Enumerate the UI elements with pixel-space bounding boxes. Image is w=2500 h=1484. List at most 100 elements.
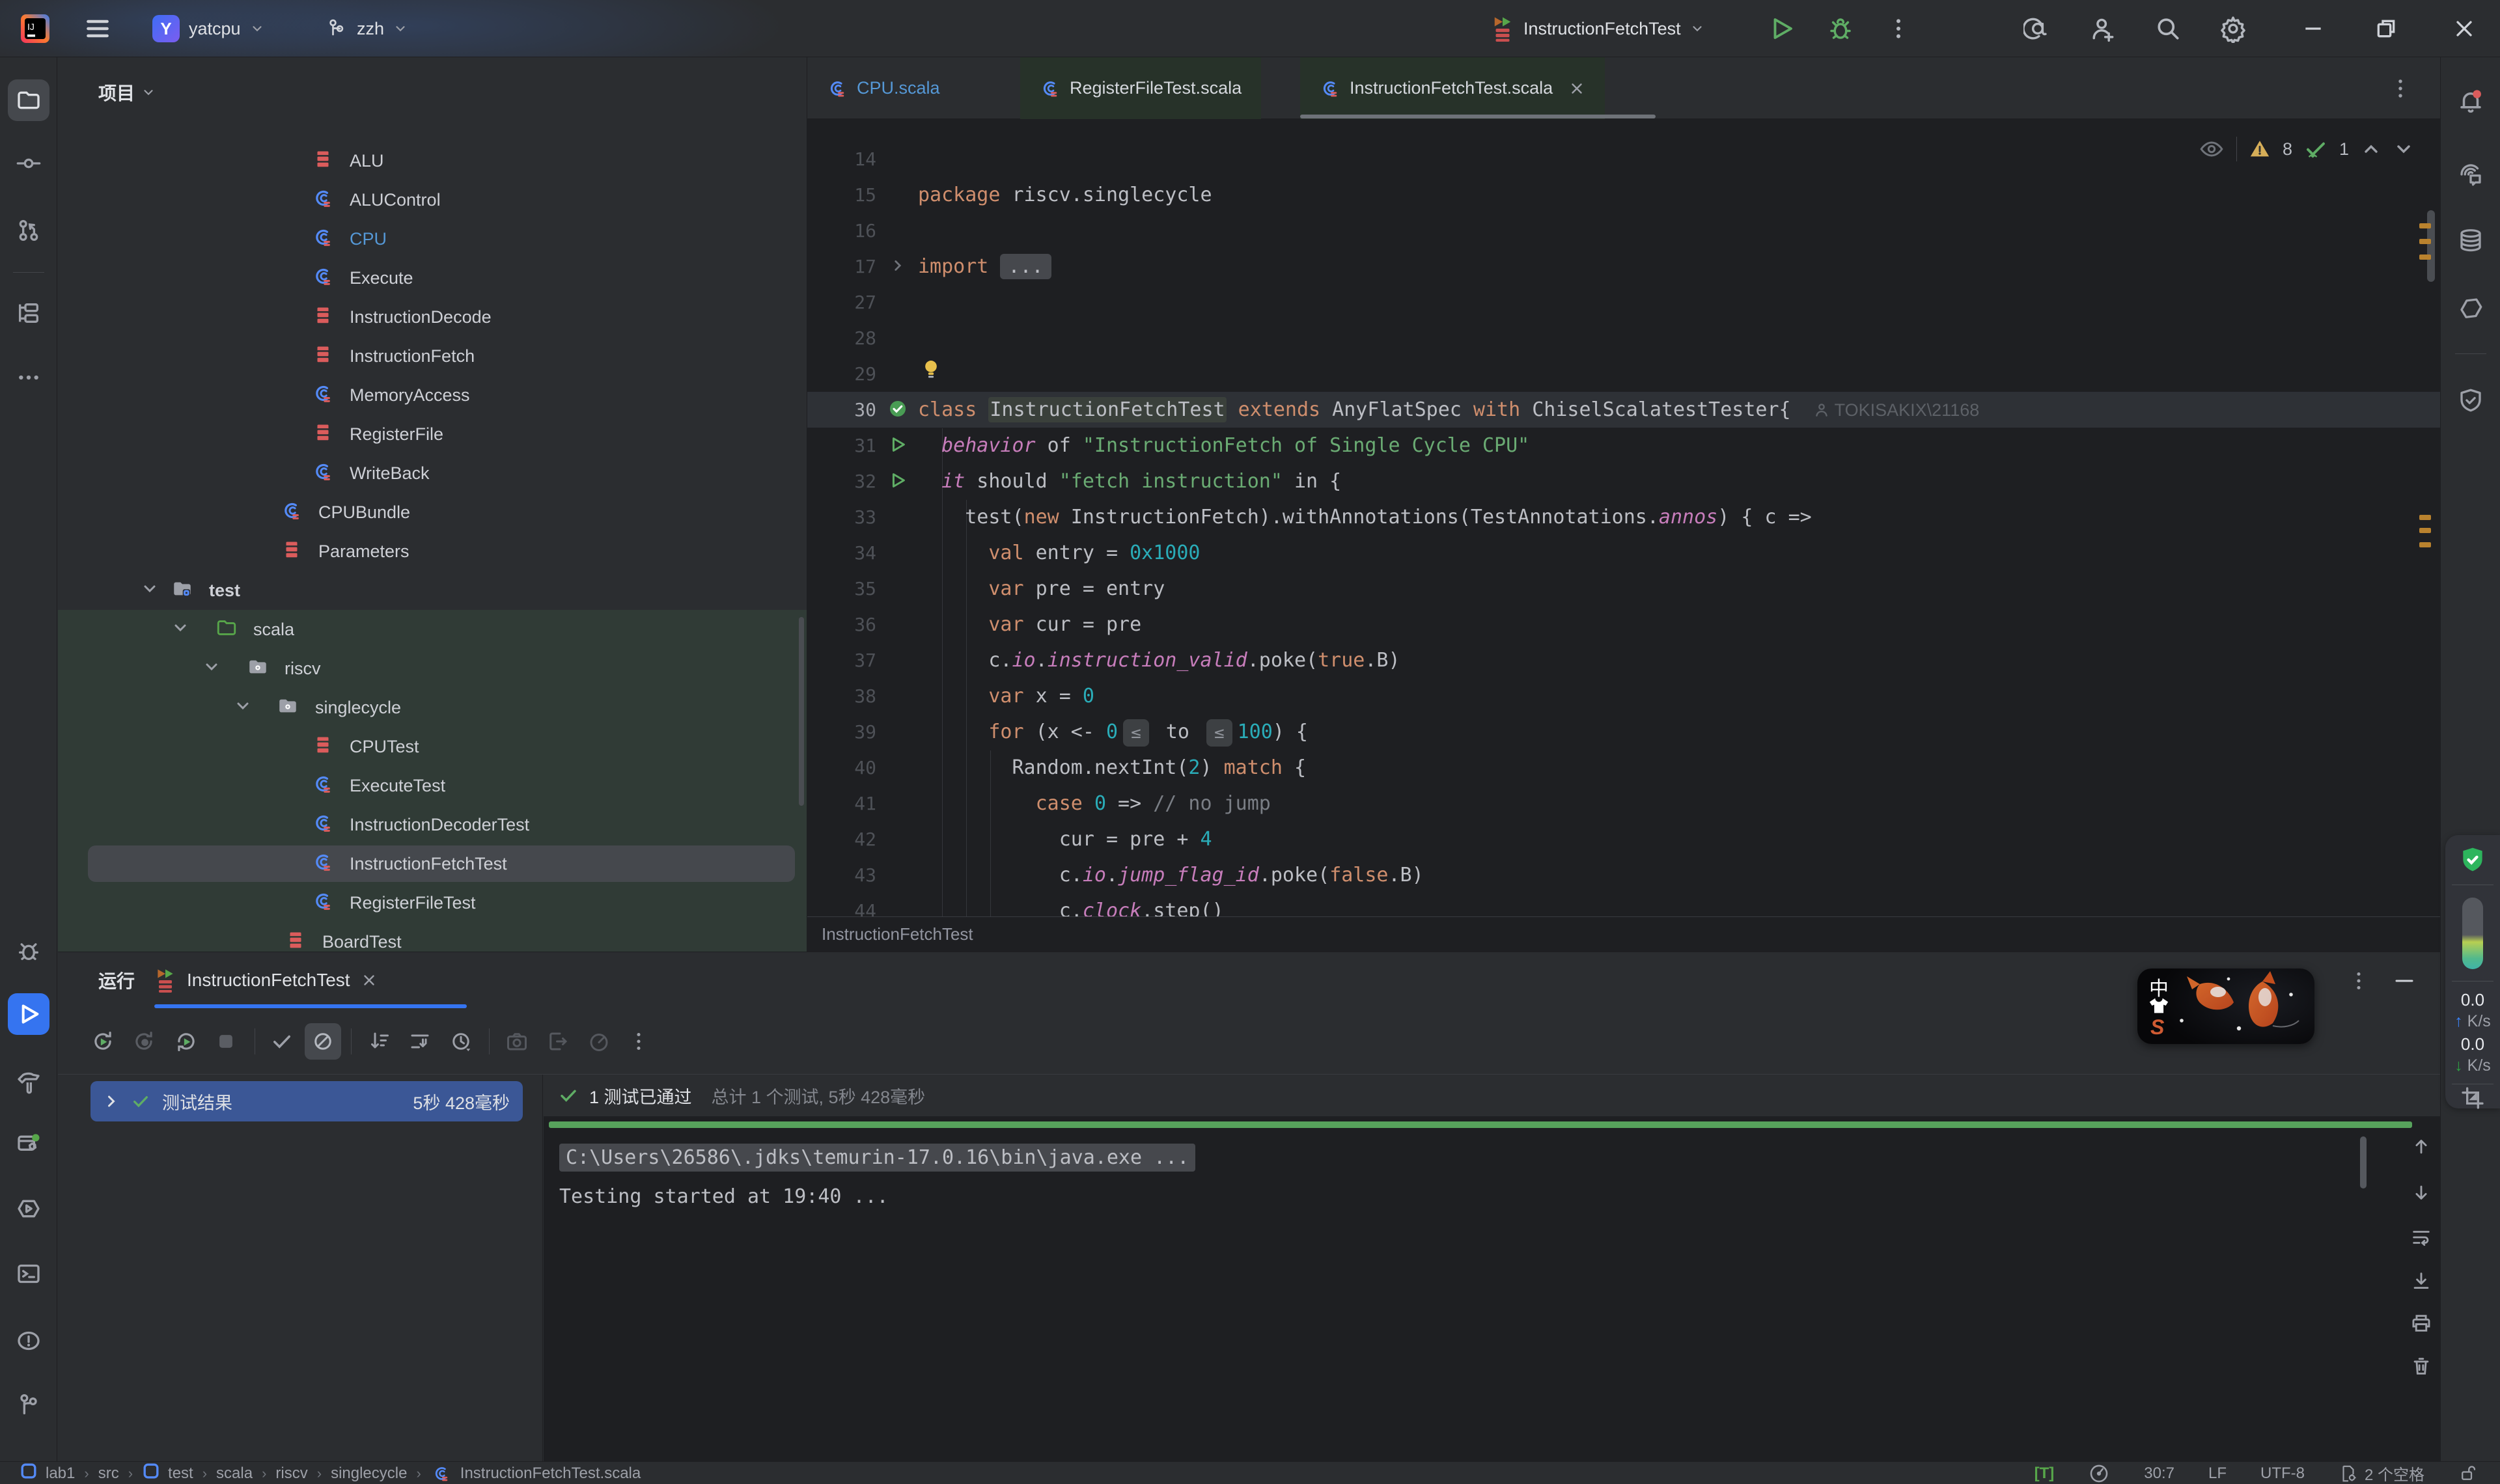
expand-collapse-icon[interactable] — [402, 1023, 438, 1060]
scroll-to-end-icon[interactable] — [2407, 1267, 2436, 1295]
tree-item-MemoryAccess[interactable]: MemoryAccess — [58, 376, 807, 415]
tree-item-InstructionDecoderTest[interactable]: InstructionDecoderTest — [58, 805, 807, 844]
tree-item-InstructionFetchTest[interactable]: InstructionFetchTest — [58, 844, 807, 883]
run-panel-options-icon[interactable] — [2340, 963, 2377, 999]
breadcrumb-riscv[interactable]: riscv — [275, 1464, 307, 1483]
tab-registerfiletest-scala[interactable]: RegisterFileTest.scala — [1020, 57, 1261, 119]
toggle-auto-test-button[interactable] — [168, 1023, 204, 1060]
code-line-40[interactable]: 40 Random.nextInt(2) match { — [807, 750, 2440, 786]
tree-item-CPUBundle[interactable]: CPUBundle — [58, 493, 807, 532]
project-panel-header[interactable]: 项目 — [98, 74, 156, 111]
rerun-failed-button[interactable] — [126, 1023, 162, 1060]
close-icon[interactable] — [1568, 80, 1585, 97]
highlight-mode-eye-icon[interactable] — [2199, 136, 2225, 162]
warning-stripe-mark[interactable] — [2419, 254, 2431, 260]
code-line-43[interactable]: 43 c.io.jump_flag_id.poke(false.B) — [807, 857, 2440, 893]
warning-stripe-mark[interactable] — [2419, 239, 2431, 244]
stop-button[interactable] — [208, 1023, 244, 1060]
console-line[interactable]: Testing started at 19:40 ... — [559, 1179, 889, 1215]
hide-panel-icon[interactable] — [2386, 963, 2423, 999]
tree-item-Parameters[interactable]: Parameters — [58, 532, 807, 571]
tree-item-ExecuteTest[interactable]: ExecuteTest — [58, 766, 807, 805]
run-button[interactable] — [1768, 0, 1796, 57]
restore-button[interactable] — [2357, 0, 2415, 57]
tree-item-RegisterFileTest[interactable]: RegisterFileTest — [58, 883, 807, 922]
toolbar-more-icon[interactable] — [620, 1023, 657, 1060]
indent-setting[interactable]: 2 个空格 — [2339, 1462, 2424, 1484]
code-line-33[interactable]: 33 test(new InstructionFetch).withAnnota… — [807, 499, 2440, 535]
ai-assistant-icon[interactable] — [2450, 154, 2492, 195]
sort-by-order-icon[interactable] — [361, 1023, 397, 1060]
search-icon[interactable] — [2154, 0, 2182, 57]
console-line[interactable]: C:\Users\26586\.jdks\temurin-17.0.16\bin… — [559, 1140, 1195, 1176]
tree-item-BoardTest[interactable]: BoardTest — [58, 922, 807, 952]
tree-item-InstructionDecode[interactable]: InstructionDecode — [58, 297, 807, 337]
run-configuration-selector[interactable]: InstructionFetchTest — [1491, 0, 1704, 57]
code-line-32[interactable]: 32 it should "fetch instruction" in { — [807, 463, 2440, 499]
unlock-icon[interactable] — [2458, 1464, 2478, 1483]
code-line-38[interactable]: 38 var x = 0 — [807, 678, 2440, 714]
project-widget[interactable]: Y yatcpu — [152, 0, 264, 57]
commit-tool-button[interactable] — [8, 143, 49, 184]
close-button[interactable] — [2435, 0, 2493, 57]
line-separator[interactable]: LF — [2208, 1464, 2227, 1483]
warning-stripe-mark[interactable] — [2419, 528, 2431, 533]
breadcrumb-context[interactable]: InstructionFetchTest — [822, 924, 973, 944]
prev-occurrence-icon[interactable] — [2407, 1132, 2436, 1161]
tab-instructionfetchtest-scala[interactable]: InstructionFetchTest.scala — [1300, 57, 1605, 119]
code-line-28[interactable]: 28 — [807, 320, 2440, 356]
problems-tool-button[interactable] — [8, 1320, 49, 1362]
ime-sogou-icon[interactable]: S — [2150, 1015, 2164, 1039]
memory-gauge[interactable] — [2462, 898, 2483, 969]
editor-scrollbar[interactable] — [2427, 210, 2435, 282]
inspection-widget[interactable]: 8 1 — [2199, 132, 2414, 166]
caret-position[interactable]: 30:7 — [2144, 1464, 2174, 1483]
soft-wrap-icon[interactable] — [2407, 1223, 2436, 1252]
tree-item-ALU[interactable]: ALU — [58, 141, 807, 180]
chevron-right-icon[interactable] — [102, 1092, 120, 1110]
code-line-31[interactable]: 31 behavior of "InstructionFetch of Sing… — [807, 428, 2440, 463]
run-tool-button[interactable] — [8, 993, 49, 1035]
show-ignored-filter[interactable] — [305, 1023, 341, 1060]
tree-item-ALUControl[interactable]: ALUControl — [58, 180, 807, 219]
tree-item-scala[interactable]: scala — [58, 610, 807, 649]
add-user-icon[interactable] — [2089, 0, 2117, 57]
next-occurrence-icon[interactable] — [2407, 1179, 2436, 1207]
clear-console-icon[interactable] — [2407, 1352, 2436, 1381]
breadcrumb-singlecycle[interactable]: singlecycle — [331, 1464, 407, 1483]
database-icon[interactable] — [2450, 220, 2492, 262]
tree-item-InstructionFetch[interactable]: InstructionFetch — [58, 337, 807, 376]
structure-tool-button[interactable] — [8, 292, 49, 334]
warning-stripe-mark[interactable] — [2419, 223, 2431, 228]
sbt-shell-tool-button[interactable] — [8, 1188, 49, 1230]
code-line-17[interactable]: 17 import ... — [807, 249, 2440, 284]
code-line-27[interactable]: 27 — [807, 284, 2440, 320]
chevron-down-icon[interactable] — [234, 697, 252, 719]
test-passed-gutter-icon[interactable] — [887, 398, 908, 422]
tree-item-CPU[interactable]: CPU — [58, 219, 807, 258]
project-tool-button[interactable] — [8, 79, 49, 121]
code-line-29[interactable]: 29 — [807, 356, 2440, 392]
breadcrumb-src[interactable]: src — [98, 1464, 119, 1483]
minimize-button[interactable] — [2284, 0, 2342, 57]
services-tool-button[interactable] — [8, 1123, 49, 1165]
debug-button[interactable] — [1827, 0, 1854, 57]
build-tool-button[interactable] — [8, 1062, 49, 1103]
warning-stripe-mark[interactable] — [2419, 515, 2431, 520]
ime-skin-tshirt-icon[interactable] — [2148, 996, 2170, 1015]
screenshot-icon[interactable] — [499, 1023, 535, 1060]
tree-scrollbar[interactable] — [799, 617, 804, 806]
ime-widget[interactable]: 中 S — [2137, 969, 2314, 1044]
breadcrumb-InstructionFetchTest.scala[interactable]: InstructionFetchTest.scala — [430, 1463, 641, 1484]
prev-problem-icon[interactable] — [2361, 139, 2382, 159]
code-line-37[interactable]: 37 c.io.instruction_valid.poke(true.B) — [807, 642, 2440, 678]
memory-gauge-icon[interactable] — [2088, 1463, 2110, 1484]
close-icon[interactable] — [361, 972, 378, 989]
tab-options-icon[interactable] — [2388, 57, 2413, 119]
tree-item-Execute[interactable]: Execute — [58, 258, 807, 297]
export-test-results-icon[interactable] — [540, 1023, 576, 1060]
tree-item-WriteBack[interactable]: WriteBack — [58, 454, 807, 493]
scan-ok-shield-icon[interactable] — [2452, 839, 2493, 881]
console-command-chip[interactable]: C:\Users\26586\.jdks\temurin-17.0.16\bin… — [559, 1144, 1195, 1172]
dependency-shield-icon[interactable] — [2450, 379, 2492, 421]
